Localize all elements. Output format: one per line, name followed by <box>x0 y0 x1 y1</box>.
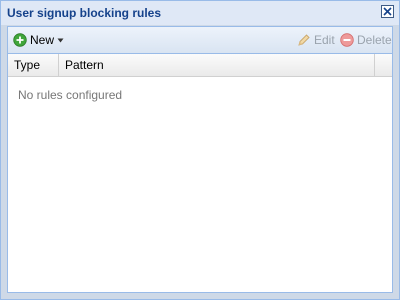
new-button-label: New <box>30 33 55 47</box>
column-header-type[interactable]: Type <box>8 54 59 76</box>
edit-button[interactable]: Edit <box>296 31 335 49</box>
grid-header: Type Pattern <box>8 54 392 77</box>
title-bar: User signup blocking rules <box>1 1 399 25</box>
pencil-icon <box>298 33 310 46</box>
toolbar: New Edit Delete <box>8 27 392 54</box>
column-header-spacer <box>375 54 392 76</box>
delete-button-label: Delete <box>357 33 392 47</box>
empty-message: No rules configured <box>18 88 123 102</box>
plus-circle-icon <box>13 33 27 47</box>
new-button[interactable]: New <box>13 31 64 49</box>
delete-button[interactable]: Delete <box>340 31 392 49</box>
close-button[interactable] <box>381 5 394 18</box>
column-header-pattern[interactable]: Pattern <box>59 54 375 76</box>
caret-down-icon <box>57 38 64 42</box>
dialog-title: User signup blocking rules <box>7 6 162 20</box>
dialog-body: New Edit Delete Type Pattern No rules co… <box>7 26 393 293</box>
close-icon <box>383 7 392 16</box>
edit-button-label: Edit <box>314 33 335 47</box>
minus-circle-icon <box>340 33 354 47</box>
rules-dialog: User signup blocking rules New Edit Dele… <box>0 0 400 300</box>
